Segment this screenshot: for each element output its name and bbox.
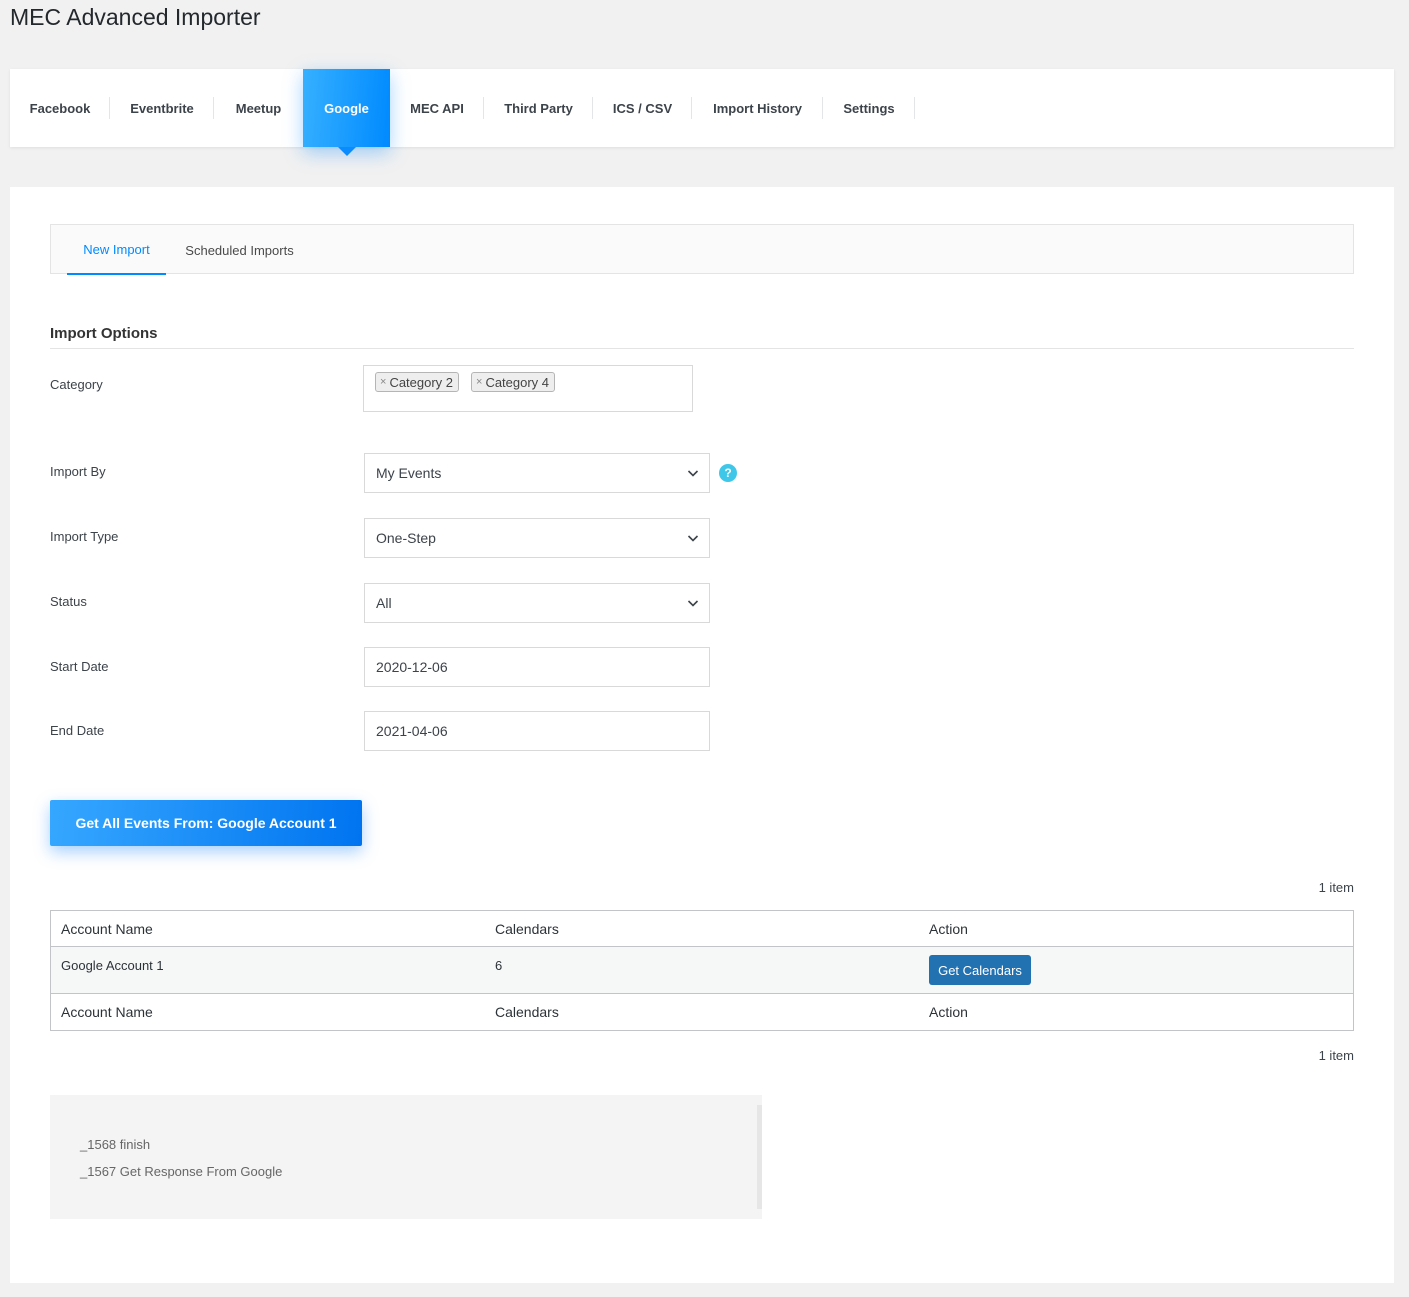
tab-ics-csv[interactable]: ICS / CSV [593, 69, 692, 147]
column-header-account-name[interactable]: Account Name [61, 921, 153, 937]
import-by-label: Import By [50, 464, 106, 479]
chip-label: Category 2 [389, 374, 454, 390]
log-line: _1567 Get Response From Google [80, 1164, 283, 1179]
calendars-count-link[interactable]: 6 [495, 958, 502, 973]
section-title: Import Options [50, 325, 158, 342]
end-date-label: End Date [50, 723, 105, 738]
tab-label: Import History [713, 100, 802, 116]
column-footer-action: Action [929, 1004, 968, 1020]
subtab-new-import[interactable]: New Import [67, 225, 166, 275]
start-date-label: Start Date [50, 659, 109, 674]
tab-mec-api[interactable]: MEC API [390, 69, 484, 147]
chevron-down-icon [687, 470, 699, 477]
tab-import-history[interactable]: Import History [692, 69, 823, 147]
remove-chip-icon[interactable]: × [380, 376, 386, 388]
select-value: All [376, 595, 392, 611]
import-by-select[interactable]: My Events [364, 453, 710, 493]
select-value: One-Step [376, 530, 436, 546]
import-type-select[interactable]: One-Step [364, 518, 710, 558]
log-scrollbar[interactable] [757, 1105, 762, 1209]
subtab-scheduled-imports[interactable]: Scheduled Imports [176, 225, 303, 275]
chip-label: Category 4 [485, 374, 550, 390]
column-header-calendars[interactable]: Calendars [495, 921, 559, 937]
accounts-table: Account Name Calendars Action Google Acc… [50, 910, 1354, 1031]
status-select[interactable]: All [364, 583, 710, 623]
status-label: Status [50, 594, 87, 609]
section-divider [50, 348, 1354, 349]
get-calendars-button[interactable]: Get Calendars [929, 955, 1031, 985]
tab-label: ICS / CSV [612, 100, 673, 116]
category-chip: × Category 4 [471, 372, 556, 392]
column-footer-account-name[interactable]: Account Name [61, 1004, 153, 1020]
tab-label: Settings [843, 100, 895, 116]
log-line: _1568 finish [80, 1137, 151, 1152]
tab-label: Facebook [29, 100, 91, 116]
import-log: _1568 finish _1567 Get Response From Goo… [50, 1095, 762, 1219]
tab-eventbrite[interactable]: Eventbrite [110, 69, 214, 147]
help-icon[interactable]: ? [719, 464, 737, 482]
import-type-label: Import Type [50, 529, 119, 544]
tab-label: MEC API [410, 100, 464, 116]
items-count-top: 1 item [1318, 880, 1354, 895]
column-header-action: Action [929, 921, 968, 937]
table-footer-row: Account Name Calendars Action [51, 994, 1353, 1030]
table-header-row: Account Name Calendars Action [51, 911, 1353, 947]
tab-label: Meetup [235, 100, 282, 116]
tab-label: Third Party [504, 100, 573, 116]
column-footer-calendars[interactable]: Calendars [495, 1004, 559, 1020]
tab-meetup[interactable]: Meetup [214, 69, 303, 147]
input-value: 2020-12-06 [376, 659, 448, 675]
category-multiselect[interactable]: × Category 2 × Category 4 [363, 365, 693, 412]
account-name-link[interactable]: Google Account 1 [61, 958, 164, 973]
input-value: 2021-04-06 [376, 723, 448, 739]
table-row: Google Account 1 6 Get Calendars [51, 947, 1353, 994]
end-date-input[interactable]: 2021-04-06 [364, 711, 710, 751]
tab-facebook[interactable]: Facebook [10, 69, 110, 147]
chevron-down-icon [687, 600, 699, 607]
tab-label: Google [324, 100, 369, 116]
items-count-bottom: 1 item [1318, 1048, 1354, 1063]
tab-google[interactable]: Google [303, 69, 390, 156]
import-panel: New Import Scheduled Imports Import Opti… [10, 187, 1394, 1283]
chevron-down-icon [687, 535, 699, 542]
tab-settings[interactable]: Settings [823, 69, 915, 147]
page-title: MEC Advanced Importer [10, 4, 261, 30]
import-subtabs: New Import Scheduled Imports [50, 224, 1354, 275]
importer-tabs: Facebook Eventbrite Meetup Google MEC AP… [10, 69, 1394, 156]
tab-label: Eventbrite [130, 100, 194, 116]
category-chip: × Category 2 [375, 372, 460, 392]
category-label: Category [50, 377, 103, 392]
tab-third-party[interactable]: Third Party [484, 69, 593, 147]
select-value: My Events [376, 465, 442, 481]
remove-chip-icon[interactable]: × [476, 376, 482, 388]
get-all-events-button[interactable]: Get All Events From: Google Account 1 [50, 800, 362, 846]
start-date-input[interactable]: 2020-12-06 [364, 647, 710, 687]
